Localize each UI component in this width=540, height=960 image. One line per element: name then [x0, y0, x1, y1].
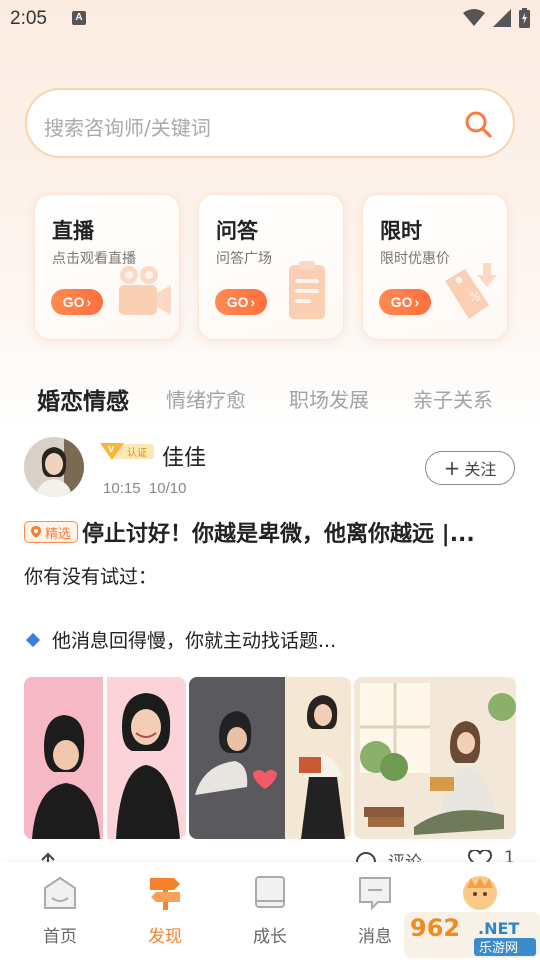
post-image-3[interactable] — [354, 677, 516, 839]
post-body: 你有没有试过： — [24, 566, 158, 588]
go-label: GO — [390, 294, 413, 310]
go-button[interactable]: GO › — [215, 289, 267, 315]
card-live[interactable]: 直播 点击观看直播 GO › — [34, 194, 180, 340]
follow-label: 关注 — [464, 460, 497, 479]
card-title: 直播 — [52, 219, 94, 243]
post-image-1[interactable] — [24, 677, 186, 839]
nav-home[interactable]: 首页 — [10, 862, 110, 960]
search-icon[interactable] — [463, 109, 493, 139]
tab-emotional-healing[interactable]: 情绪疗愈 — [166, 384, 246, 413]
post-bullet: 他消息回得慢，你就主动找话题... — [24, 626, 336, 653]
wifi-icon — [463, 9, 485, 26]
go-label: GO — [62, 294, 85, 310]
svg-text:V: V — [108, 445, 115, 454]
post-images — [24, 677, 516, 839]
avatar[interactable] — [24, 437, 84, 497]
nav-discover[interactable]: 发现 — [115, 862, 215, 960]
location-pin-icon — [31, 526, 41, 538]
post-header: V 认证 佳佳 10:15 10/10 + 关注 — [0, 437, 540, 501]
book-icon — [255, 876, 285, 908]
post-timestamp: 10:15 10/10 — [103, 480, 186, 497]
go-button[interactable]: GO › — [379, 289, 431, 315]
battery-icon — [519, 8, 530, 28]
watermark-text: 乐游网 — [479, 941, 518, 956]
signpost-icon — [150, 878, 180, 910]
home-icon — [44, 876, 76, 909]
card-qa[interactable]: 问答 问答广场 GO › — [198, 194, 344, 340]
avatar-image — [24, 437, 84, 497]
watermark-logo: 962 .NET 乐游网 — [404, 908, 540, 960]
status-icons — [463, 8, 530, 28]
post-title[interactable]: 停止讨好！你越是卑微，他离你越远 |... — [82, 516, 502, 548]
chevron-right-icon: › — [414, 294, 420, 310]
nav-label: 发现 — [148, 927, 182, 947]
discount-tag-icon: % — [445, 263, 497, 319]
tab-career[interactable]: 职场发展 — [289, 384, 369, 413]
go-label: GO — [226, 294, 249, 310]
card-subtitle: 问答广场 — [216, 251, 272, 267]
post-date: 10/10 — [148, 480, 187, 497]
video-camera-icon — [119, 266, 171, 315]
search-bar[interactable]: 搜索咨询师/关键词 — [25, 88, 515, 158]
svg-text:%: % — [469, 290, 480, 304]
featured-tag: 精选 — [24, 521, 79, 543]
status-bar: 2:05 A — [0, 0, 540, 38]
author-name[interactable]: 佳佳 — [162, 440, 206, 472]
nav-growth[interactable]: 成长 — [220, 862, 320, 960]
notification-a-icon: A — [72, 11, 86, 25]
verified-badge-icon: V 认证 — [100, 443, 154, 460]
clipboard-icon — [289, 261, 325, 319]
watermark-suffix: .NET — [478, 919, 519, 938]
nav-label: 成长 — [253, 927, 287, 947]
blue-diamond-icon — [25, 632, 41, 647]
tab-parenting[interactable]: 亲子关系 — [413, 384, 493, 413]
card-limited[interactable]: 限时 限时优惠价 GO › % — [362, 194, 508, 340]
watermark-number: 962 — [410, 914, 460, 942]
category-tabs: 婚恋情感 情绪疗愈 职场发展 亲子关系 — [0, 384, 540, 418]
featured-label: 精选 — [45, 526, 72, 542]
search-input[interactable]: 搜索咨询师/关键词 — [44, 112, 211, 141]
verify-label: 认证 — [127, 446, 147, 459]
chevron-right-icon: › — [86, 294, 92, 310]
signal-icon — [493, 9, 511, 27]
card-title: 问答 — [216, 219, 258, 243]
follow-button[interactable]: + 关注 — [425, 451, 515, 485]
status-time: 2:05 — [10, 8, 47, 29]
card-title: 限时 — [380, 219, 422, 243]
post-image-2[interactable] — [189, 677, 351, 839]
tab-marriage-emotion[interactable]: 婚恋情感 — [37, 382, 129, 416]
nav-label: 首页 — [43, 927, 77, 947]
bullet-text: 他消息回得慢，你就主动找话题... — [52, 630, 337, 652]
post-time: 10:15 — [103, 480, 141, 497]
message-icon — [359, 877, 391, 911]
go-button[interactable]: GO › — [51, 289, 103, 315]
profile-icon — [463, 876, 497, 910]
chevron-right-icon: › — [250, 294, 256, 310]
plus-icon: + — [443, 456, 461, 480]
